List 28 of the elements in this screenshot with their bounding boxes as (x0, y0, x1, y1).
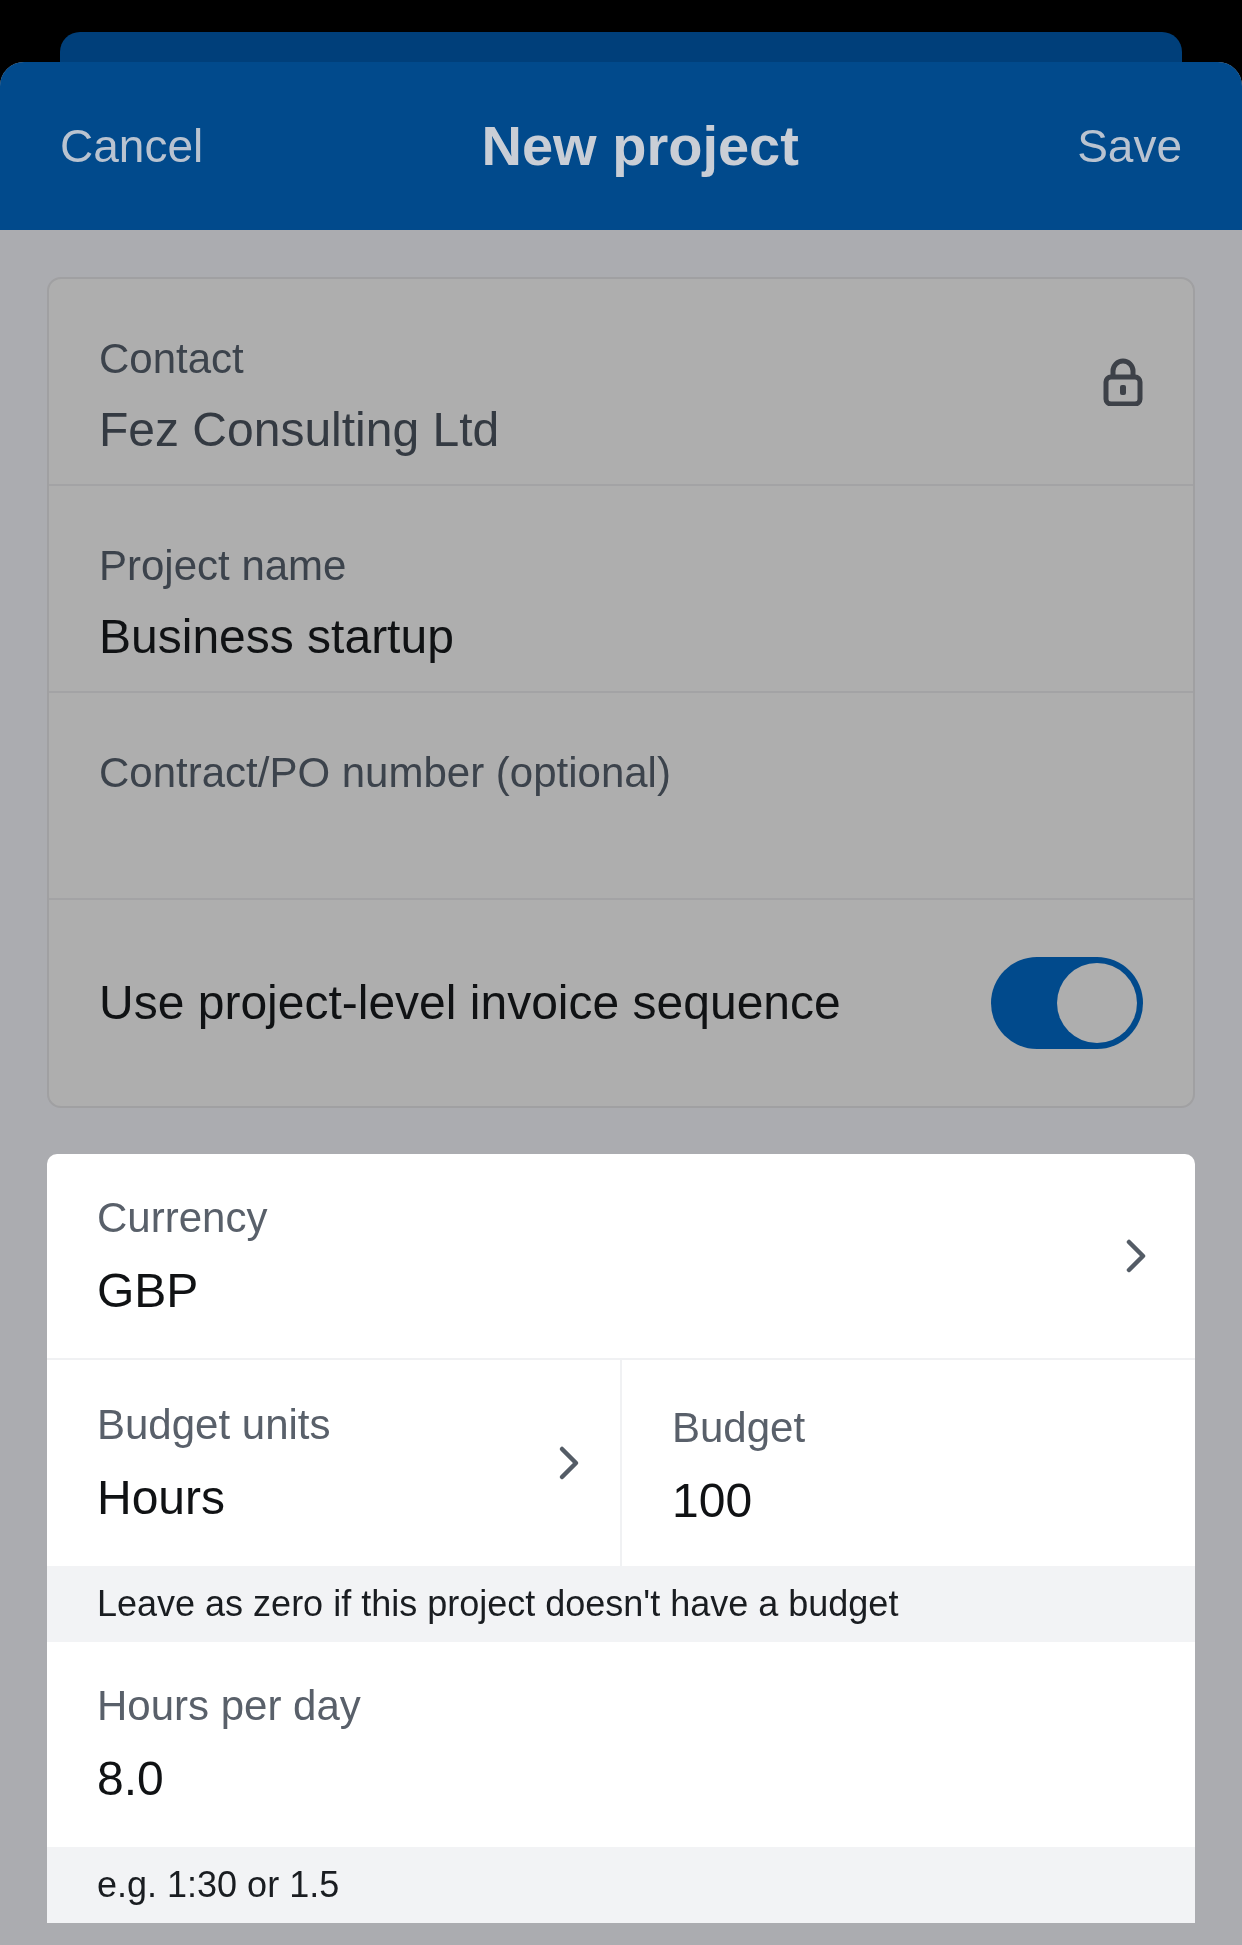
field-label: Budget units (97, 1399, 331, 1450)
toggle-label: Use project-level invoice sequence (99, 975, 841, 1031)
currency-field[interactable]: Currency GBP (47, 1154, 1195, 1360)
chevron-right-icon (558, 1445, 580, 1481)
form-field[interactable]: Contract/PO number (optional) (49, 693, 1193, 900)
field-value: Fez Consulting Ltd (99, 402, 500, 458)
save-button[interactable]: Save (1077, 111, 1182, 181)
field-value: 100 (672, 1473, 754, 1529)
budget-field[interactable]: Budget 100 (622, 1360, 1195, 1566)
sheet-title: New project (481, 113, 799, 179)
lock-icon (1103, 357, 1143, 406)
cancel-button[interactable]: Cancel (60, 111, 204, 181)
field-value: Hours (97, 1469, 227, 1526)
field-value: 8.0 (97, 1751, 165, 1807)
field-label: Budget (672, 1403, 807, 1453)
hint-text: e.g. 1:30 or 1.5 (97, 1863, 340, 1907)
field-label: Hours per day (97, 1681, 362, 1731)
hours-per-day-field[interactable]: Hours per day 8.0 (47, 1642, 1195, 1847)
form-field[interactable]: Project name Business startup (49, 486, 1193, 693)
chevron-right-icon (1125, 1238, 1147, 1274)
field-label: Contact (99, 334, 245, 384)
field-label: Currency (97, 1192, 268, 1243)
hint-text: Leave as zero if this project doesn't have a budget (97, 1582, 899, 1626)
field-value: Business startup (99, 609, 454, 665)
field-value: GBP (97, 1262, 200, 1319)
field-label: Contract/PO number (optional) (99, 748, 671, 798)
field-label: Project name (99, 541, 348, 591)
form-field[interactable]: Contact Fez Consulting Ltd (49, 279, 1193, 486)
